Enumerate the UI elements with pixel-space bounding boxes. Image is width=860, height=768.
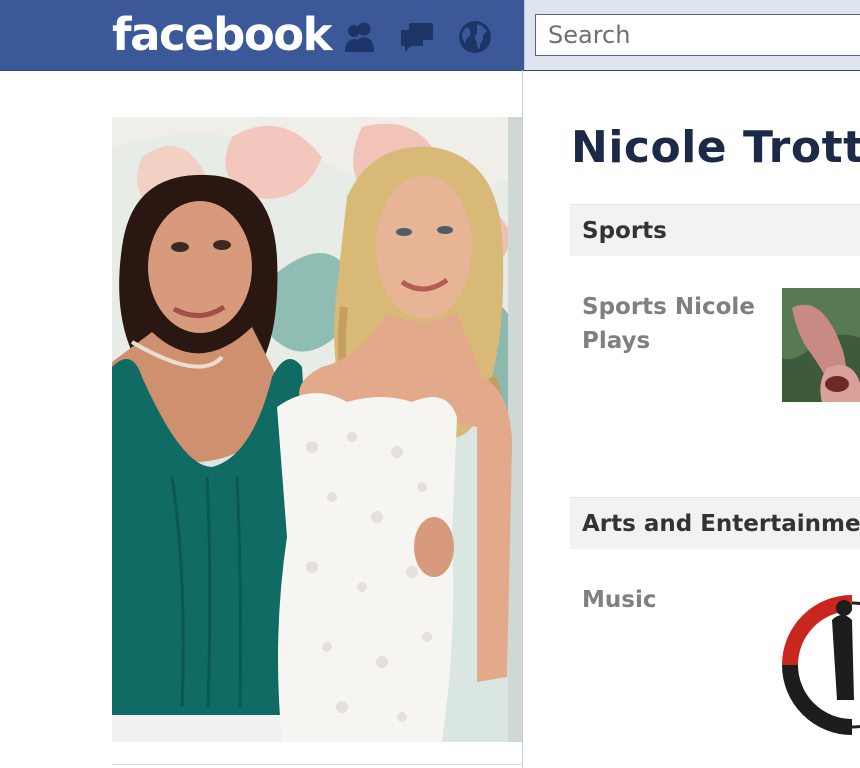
search-input[interactable] [535,14,860,56]
search-bar [524,0,860,70]
profile-photo[interactable] [112,117,522,742]
music-page-thumbnail[interactable] [782,580,860,750]
top-navigation-bar: facebook [0,0,860,71]
music-row-label: Music [582,587,657,613]
friend-requests-icon[interactable] [340,18,378,56]
column-divider [522,70,523,768]
messages-icon[interactable] [398,18,436,56]
sports-row-label: Sports Nicole Plays [582,294,755,354]
sports-page-thumbnail[interactable] [782,288,860,402]
photo-bottom-rule [112,764,522,765]
arts-entertainment-section-header: Arts and Entertainme [570,497,860,549]
facebook-logo[interactable]: facebook [112,8,333,62]
sports-section-header: Sports [570,204,860,256]
notifications-globe-icon[interactable] [456,18,494,56]
profile-name: Nicole Trott [571,122,860,173]
